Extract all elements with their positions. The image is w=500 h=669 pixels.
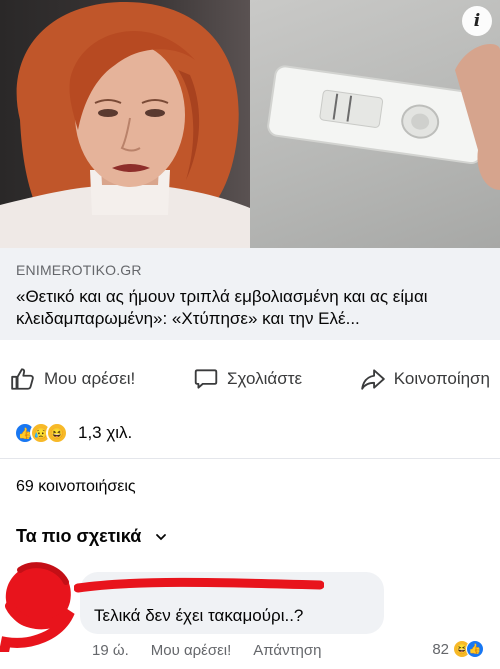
sort-label: Τα πιο σχετικά [16, 526, 142, 546]
comment-meta: 19 ώ. Μου αρέσει! Απάντηση [92, 642, 321, 659]
comment-sort-dropdown[interactable]: Τα πιο σχετικά [16, 526, 167, 547]
link-domain: ENIMEROTIKO.GR [16, 262, 142, 278]
comment-time[interactable]: 19 ώ. [92, 642, 129, 659]
comment-label: Σχολιάστε [227, 369, 303, 388]
comment-reaction-count: 82 [432, 640, 449, 658]
reaction-count: 1,3 χιλ. [78, 423, 133, 442]
post-action-bar: Μου αρέσει! Σχολιάστε Κοινοποίηση [0, 340, 500, 418]
share-label: Κοινοποίηση [393, 369, 490, 388]
haha-icon: 😆 [46, 422, 68, 444]
link-preview-image[interactable]: i [0, 0, 500, 248]
like-button[interactable]: Μου αρέσει! [10, 366, 135, 392]
comment-like-button[interactable]: Μου αρέσει! [151, 642, 232, 659]
comment-reply-button[interactable]: Απάντηση [253, 642, 321, 659]
avatar[interactable] [0, 556, 80, 652]
commenter-name-redacted [74, 577, 324, 593]
link-title[interactable]: «Θετικό και ας ήμουν τριπλά εμβολιασμένη… [16, 286, 484, 330]
comment-text: Τελικά δεν έχει τακαμούρι..? [94, 606, 304, 625]
comment-button[interactable]: Σχολιάστε [193, 366, 302, 392]
reaction-icons: 👍 😥 😆 [14, 422, 68, 444]
share-button[interactable]: Κοινοποίηση [360, 366, 490, 392]
like-icon: 👍 [466, 640, 484, 658]
share-arrow-icon [361, 369, 385, 390]
reactions-summary[interactable]: 👍 😥 😆 1,3 χιλ. [14, 418, 132, 448]
covid-test-photo [250, 0, 500, 248]
comment-icon [194, 369, 218, 389]
link-caption[interactable]: ENIMEROTIKO.GR «Θετικό και ας ήμουν τριπ… [0, 248, 500, 340]
comment-reactions[interactable]: 82 😆 👍 [432, 640, 484, 658]
info-icon[interactable]: i [462, 6, 492, 36]
like-label: Μου αρέσει! [44, 369, 136, 388]
share-count[interactable]: 69 κοινοποιήσεις [16, 478, 136, 496]
thumbs-up-icon [11, 368, 34, 390]
chevron-down-icon [156, 533, 167, 540]
divider [0, 458, 500, 459]
woman-portrait-photo [0, 0, 250, 248]
